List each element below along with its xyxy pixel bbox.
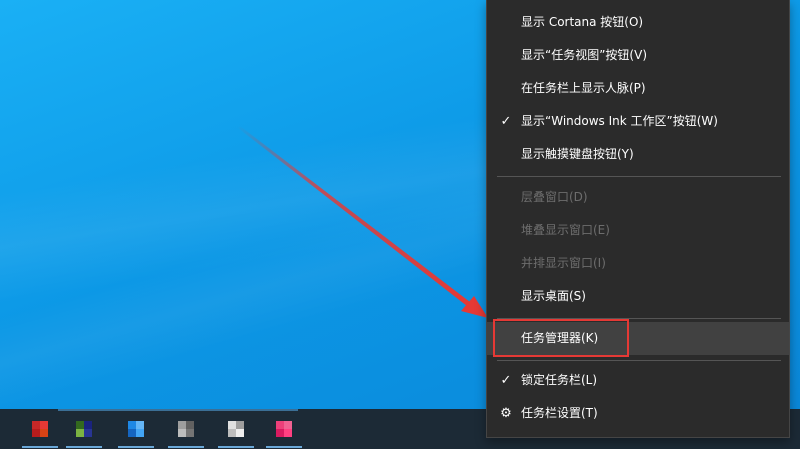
menu-item-show-desktop[interactable]: 显示桌面(S) (487, 280, 789, 313)
taskbar-running-indicator (218, 446, 254, 448)
icon-pixel (32, 421, 40, 429)
icon-pixel (40, 421, 48, 429)
green-app-icon[interactable] (72, 417, 96, 441)
menu-item-label: 层叠窗口(D) (521, 190, 588, 204)
menu-item-label: 显示“Windows Ink 工作区”按钮(W) (521, 114, 718, 128)
icon-pixel (136, 421, 144, 429)
arrow-head (461, 296, 488, 318)
menu-item-stack-windows: 堆叠显示窗口(E) (487, 214, 789, 247)
icon-pixel (76, 429, 84, 437)
check-icon: ✓ (500, 373, 512, 388)
taskbar-active-line (58, 409, 298, 411)
menu-item-lock-taskbar[interactable]: ✓ 锁定任务栏(L) (487, 364, 789, 397)
menu-item-cascade-windows: 层叠窗口(D) (487, 181, 789, 214)
menu-item-label: 堆叠显示窗口(E) (521, 223, 610, 237)
menu-item-label: 锁定任务栏(L) (521, 373, 598, 387)
icon-pixel (236, 429, 244, 437)
pink-app-icon[interactable] (272, 417, 296, 441)
menu-item-label: 任务管理器(K) (521, 331, 599, 345)
icon-pixel (228, 421, 236, 429)
menu-item-label: 任务栏设置(T) (521, 406, 598, 420)
menu-item-show-people[interactable]: 在任务栏上显示人脉(P) (487, 72, 789, 105)
gray-app-icon-1[interactable] (174, 417, 198, 441)
icon-pixel (228, 429, 236, 437)
red-app-icon[interactable] (28, 417, 52, 441)
arrow-shaft (238, 126, 470, 306)
taskbar-running-indicator (22, 446, 58, 448)
blue-app-icon[interactable] (124, 417, 148, 441)
icon-pixel (276, 421, 284, 429)
taskbar-running-indicator (66, 446, 102, 448)
menu-item-task-manager[interactable]: 任务管理器(K) (487, 322, 789, 355)
taskbar-running-indicator (168, 446, 204, 448)
menu-item-show-cortana-button[interactable]: 显示 Cortana 按钮(O) (487, 6, 789, 39)
menu-item-side-by-side-windows: 并排显示窗口(I) (487, 247, 789, 280)
icon-pixel (178, 429, 186, 437)
check-icon: ✓ (500, 114, 512, 129)
taskbar-context-menu: 显示 Cortana 按钮(O) 显示“任务视图”按钮(V) 在任务栏上显示人脉… (486, 0, 790, 438)
taskbar-running-indicator (118, 446, 154, 448)
menu-item-label: 并排显示窗口(I) (521, 256, 606, 270)
icon-pixel (178, 421, 186, 429)
menu-item-show-task-view-button[interactable]: 显示“任务视图”按钮(V) (487, 39, 789, 72)
icon-pixel (40, 429, 48, 437)
icon-pixel (136, 429, 144, 437)
icon-pixel (128, 429, 136, 437)
menu-item-label: 显示 Cortana 按钮(O) (521, 15, 644, 29)
taskbar-running-indicator (266, 446, 302, 448)
menu-item-label: 显示触摸键盘按钮(Y) (521, 147, 634, 161)
menu-item-show-windows-ink-button[interactable]: ✓ 显示“Windows Ink 工作区”按钮(W) (487, 105, 789, 138)
menu-item-label: 显示桌面(S) (521, 289, 586, 303)
icon-pixel (284, 421, 292, 429)
menu-item-label: 在任务栏上显示人脉(P) (521, 81, 646, 95)
icon-pixel (76, 421, 84, 429)
icon-pixel (84, 421, 92, 429)
menu-separator (497, 318, 781, 319)
menu-separator (497, 360, 781, 361)
icon-pixel (284, 429, 292, 437)
icon-pixel (128, 421, 136, 429)
menu-item-label: 显示“任务视图”按钮(V) (521, 48, 648, 62)
gray-app-icon-2[interactable] (224, 417, 248, 441)
menu-item-show-touch-keyboard-button[interactable]: 显示触摸键盘按钮(Y) (487, 138, 789, 171)
icon-pixel (236, 421, 244, 429)
icon-pixel (276, 429, 284, 437)
wallpaper-light-beam (0, 169, 541, 421)
icon-pixel (32, 429, 40, 437)
icon-pixel (186, 429, 194, 437)
desktop[interactable]: 显示 Cortana 按钮(O) 显示“任务视图”按钮(V) 在任务栏上显示人脉… (0, 0, 800, 449)
icon-pixel (84, 429, 92, 437)
icon-pixel (186, 421, 194, 429)
menu-separator (497, 176, 781, 177)
menu-item-taskbar-settings[interactable]: ⚙ 任务栏设置(T) (487, 397, 789, 430)
gear-icon: ⚙ (500, 406, 512, 421)
